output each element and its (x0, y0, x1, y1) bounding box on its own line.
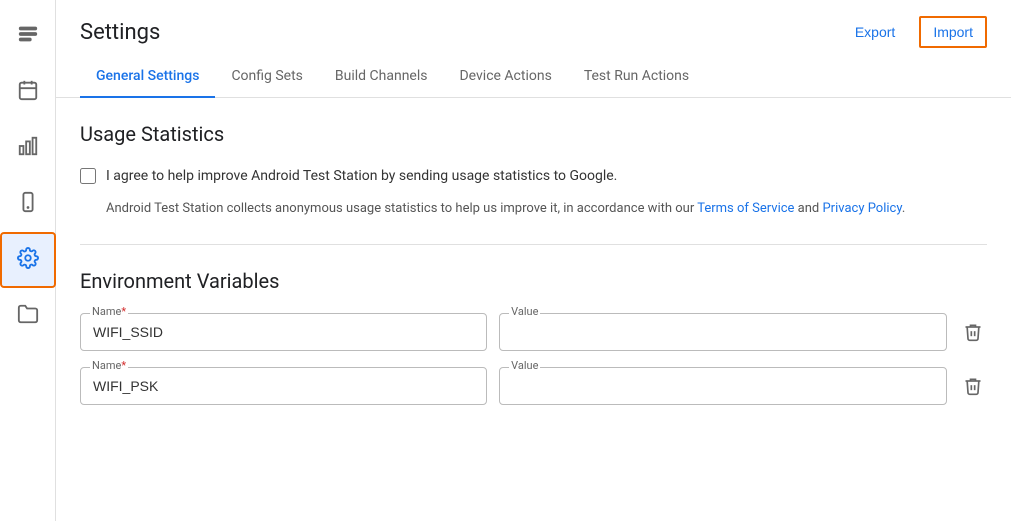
env-value-label-1: Value (509, 305, 540, 318)
env-value-label-2: Value (509, 359, 540, 372)
tab-device-actions[interactable]: Device Actions (443, 56, 567, 98)
trash-icon-1 (963, 322, 983, 342)
tab-build-channels[interactable]: Build Channels (319, 56, 444, 98)
usage-checkbox-label: I agree to help improve Android Test Sta… (106, 166, 617, 187)
env-row-1: Name* Value (80, 313, 987, 351)
page-title: Settings (80, 20, 160, 45)
trash-icon-2 (963, 376, 983, 396)
required-indicator-1: * (121, 305, 126, 318)
env-name-label-1: Name* (90, 305, 128, 318)
info-text-before: Android Test Station collects anonymous … (106, 201, 697, 216)
sidebar-item-calendar[interactable] (0, 64, 56, 120)
required-indicator-2: * (121, 359, 126, 372)
env-value-input-1[interactable] (499, 313, 947, 351)
env-value-field-1: Value (499, 313, 947, 351)
sidebar-item-device[interactable] (0, 176, 56, 232)
env-value-field-2: Value (499, 367, 947, 405)
folder-icon (17, 303, 39, 330)
main-content: Settings Export Import General Settings … (56, 0, 1011, 521)
tasks-icon (17, 23, 39, 50)
env-row-2: Name* Value (80, 367, 987, 405)
tab-test-run-actions[interactable]: Test Run Actions (568, 56, 705, 98)
delete-row-2-button[interactable] (959, 372, 987, 400)
env-name-field-2: Name* (80, 367, 487, 405)
content-area: Usage Statistics I agree to help improve… (56, 98, 1011, 521)
terms-of-service-link[interactable]: Terms of Service (697, 201, 794, 216)
device-icon (17, 191, 39, 218)
delete-row-1-button[interactable] (959, 318, 987, 346)
export-button[interactable]: Export (843, 18, 907, 46)
calendar-icon (17, 79, 39, 106)
usage-checkbox[interactable] (80, 168, 96, 184)
env-name-label-2: Name* (90, 359, 128, 372)
privacy-policy-link[interactable]: Privacy Policy (822, 201, 901, 216)
env-name-input-1[interactable] (80, 313, 487, 351)
import-button[interactable]: Import (919, 16, 987, 48)
sidebar-item-tasks[interactable] (0, 8, 56, 64)
sidebar (0, 0, 56, 521)
env-name-field-1: Name* (80, 313, 487, 351)
info-text-after: . (902, 201, 905, 216)
usage-checkbox-row: I agree to help improve Android Test Sta… (80, 166, 987, 187)
env-value-input-2[interactable] (499, 367, 947, 405)
sidebar-item-analytics[interactable] (0, 120, 56, 176)
sidebar-item-settings[interactable] (0, 232, 56, 288)
section-divider (80, 244, 987, 245)
env-variables-title: Environment Variables (80, 269, 987, 293)
page-header: Settings Export Import (56, 0, 1011, 56)
tabs-bar: General Settings Config Sets Build Chann… (56, 56, 1011, 98)
env-name-input-2[interactable] (80, 367, 487, 405)
usage-info-text: Android Test Station collects anonymous … (106, 199, 987, 220)
tab-config-sets[interactable]: Config Sets (215, 56, 318, 98)
info-text-middle: and (794, 201, 822, 216)
sidebar-item-folder[interactable] (0, 288, 56, 344)
header-actions: Export Import (843, 16, 987, 48)
tab-general-settings[interactable]: General Settings (80, 56, 215, 98)
analytics-icon (17, 135, 39, 162)
settings-icon (17, 247, 39, 274)
usage-statistics-title: Usage Statistics (80, 122, 987, 146)
